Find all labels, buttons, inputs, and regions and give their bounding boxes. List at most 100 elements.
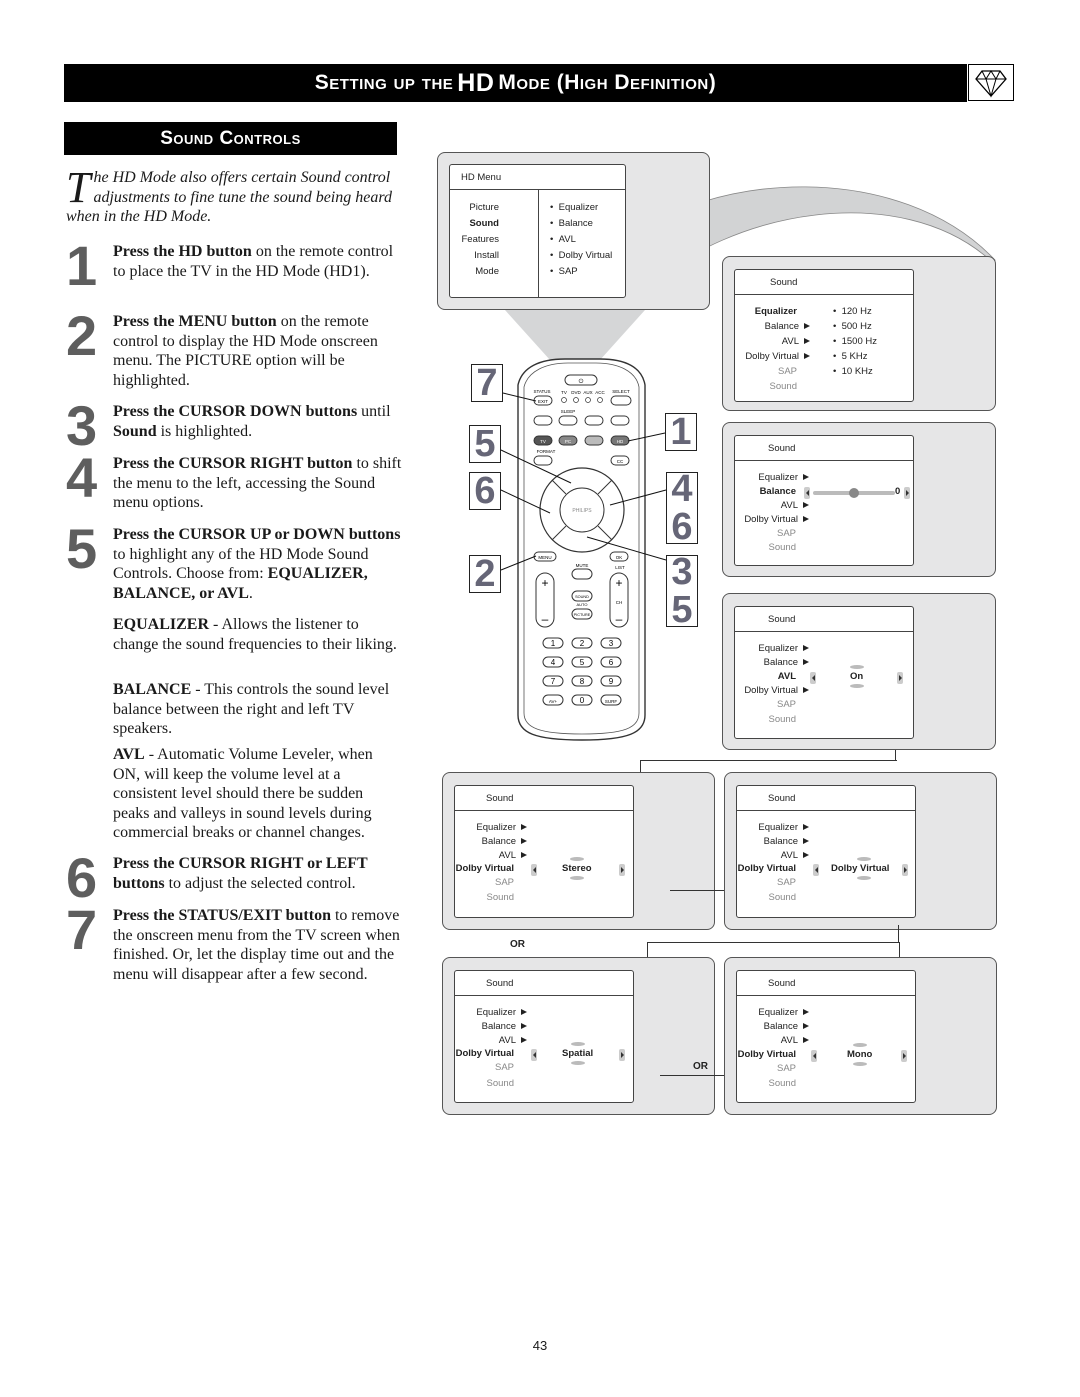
arrow-right-icon[interactable] [619, 1049, 625, 1061]
menu-item-equalizer[interactable]: Equalizer [758, 643, 809, 654]
mode-led [597, 397, 603, 403]
menu-item-dolby-virtual[interactable]: Dolby Virtual [456, 863, 514, 874]
hd-menu-sub-item: • AVL [550, 234, 576, 245]
balance-slider-track[interactable] [813, 488, 895, 498]
button-label: AUX [583, 390, 592, 395]
callout-step-6: 6 [469, 472, 501, 510]
arrow-left-icon[interactable] [531, 864, 537, 876]
menu-item-avl[interactable]: AVL [781, 1035, 809, 1046]
menu-item-sap[interactable]: SAP [495, 1062, 514, 1073]
mute-button[interactable] [571, 568, 593, 580]
sound-menu-title: Sound [735, 436, 913, 461]
arrow-right-icon[interactable] [901, 1050, 907, 1062]
balance-slider-knob[interactable] [849, 488, 859, 498]
menu-item-dolby-virtual[interactable]: Dolby Virtual [745, 351, 810, 362]
arrow-right-icon[interactable] [619, 864, 625, 876]
menu-item-sap[interactable]: SAP [777, 699, 796, 710]
step-1: 1 Press the HD button on the remote cont… [66, 238, 402, 294]
menu-divider [538, 189, 539, 297]
button-label[interactable]: 0 [580, 696, 585, 705]
menu-item-balance[interactable]: Balance [765, 321, 810, 332]
menu-item-sap[interactable]: SAP [777, 877, 796, 888]
step-bold: Press the HD button [113, 243, 252, 260]
pip-button[interactable] [533, 415, 553, 426]
hd-menu-item-install[interactable]: Install [474, 250, 499, 261]
arrow-right-icon[interactable] [902, 864, 908, 876]
arrow-right-icon[interactable] [897, 672, 903, 684]
arrow-left-icon[interactable] [810, 672, 816, 684]
hdmi-source-button[interactable] [584, 435, 604, 446]
menu-item-equalizer[interactable]: Equalizer [758, 472, 809, 483]
format-button[interactable] [533, 455, 553, 466]
desc-term: AVL [113, 746, 145, 763]
button-label[interactable]: SURF [605, 699, 618, 704]
hd-menu-item-sound[interactable]: Sound [469, 218, 499, 229]
digit-label: 3 [609, 639, 614, 648]
menu-item-avl[interactable]: AVL [778, 671, 796, 682]
sound-menu-dolby-virtual-panel: Sound Equalizer Balance AVL Dolby Virtua… [724, 772, 997, 930]
sound-menu-spatial: Sound Equalizer Balance AVL Dolby Virtua… [454, 970, 634, 1103]
menu-item-avl[interactable]: AVL [781, 500, 809, 511]
menu-item-sound[interactable]: Sound [769, 542, 796, 553]
menu-item-balance[interactable]: Balance [764, 1021, 809, 1032]
menu-item-sap[interactable]: SAP [778, 366, 797, 377]
menu-item-dolby-virtual[interactable]: Dolby Virtual [744, 685, 809, 696]
menu-item-sound[interactable]: Sound [487, 892, 514, 903]
menu-item-balance[interactable]: Balance [764, 657, 809, 668]
page-title-part-3: Mode (High Definition) [498, 71, 717, 94]
hd-menu-item-mode[interactable]: Mode [475, 266, 499, 277]
menu-item-dolby-virtual[interactable]: Dolby Virtual [744, 514, 809, 525]
step-7: 7 Press the STATUS/EXIT button to remove… [66, 902, 402, 984]
menu-item-equalizer[interactable]: Equalizer [476, 822, 527, 833]
menu-item-dolby-virtual[interactable]: Dolby Virtual [738, 863, 796, 874]
menu-item-avl[interactable]: AVL [781, 850, 809, 861]
arrow-right-icon[interactable] [904, 487, 910, 499]
menu-item-balance[interactable]: Balance [760, 486, 796, 497]
menu-item-sap[interactable]: SAP [777, 1063, 796, 1074]
eq-band: • 120 Hz [833, 306, 872, 317]
sound-menu-title: Sound [735, 270, 913, 295]
step-bold: Press the CURSOR DOWN buttons [113, 403, 358, 420]
menu-item-avl[interactable]: AVL [499, 1035, 527, 1046]
menu-item-sound[interactable]: Sound [769, 892, 796, 903]
select-button[interactable] [610, 395, 632, 406]
menu-item-avl[interactable]: AVL [499, 850, 527, 861]
digit-label: 4 [551, 658, 556, 667]
menu-item-equalizer[interactable]: Equalizer [758, 1007, 809, 1018]
button-label: AUTO [576, 602, 587, 607]
arrow-left-icon[interactable] [531, 1049, 537, 1061]
hd-menu-item-picture[interactable]: Picture [469, 202, 499, 213]
arrow-left-icon[interactable] [804, 487, 810, 499]
arrow-up-icon [850, 665, 864, 669]
menu-item-sound[interactable]: Sound [770, 381, 797, 392]
sound-menu-mono: Sound Equalizer Balance AVL Dolby Virtua… [736, 970, 916, 1103]
menu-item-dolby-virtual[interactable]: Dolby Virtual [738, 1049, 796, 1060]
menu-item-sound[interactable]: Sound [769, 1078, 796, 1089]
menu-item-sound[interactable]: Sound [487, 1078, 514, 1089]
menu-item-balance[interactable]: Balance [482, 836, 527, 847]
button-label: ACC [595, 390, 605, 395]
menu-item-equalizer[interactable]: Equalizer [755, 306, 797, 317]
balance-value: 0 [895, 486, 901, 497]
hd-menu-item-features[interactable]: Features [462, 234, 500, 245]
menu-item-balance[interactable]: Balance [764, 836, 809, 847]
sleep-button[interactable] [558, 415, 578, 426]
menu-item-equalizer[interactable]: Equalizer [758, 822, 809, 833]
equalizer-description: EQUALIZER - Allows the listener to chang… [113, 615, 403, 654]
page-number: 43 [532, 1338, 548, 1353]
button-label: EXIT [538, 399, 548, 404]
menu-item-balance[interactable]: Balance [482, 1021, 527, 1032]
menu-item-equalizer[interactable]: Equalizer [476, 1007, 527, 1018]
menu-item-avl[interactable]: AVL [782, 336, 810, 347]
button-label[interactable]: AV+ [549, 699, 558, 704]
arrow-left-icon[interactable] [813, 864, 819, 876]
swap-button[interactable] [610, 415, 630, 426]
freeze-button[interactable] [584, 415, 604, 426]
arrow-right-icon [521, 838, 527, 845]
menu-item-sap[interactable]: SAP [495, 877, 514, 888]
section-title: Sound Controls [64, 122, 397, 155]
menu-item-sound[interactable]: Sound [769, 714, 796, 725]
menu-item-dolby-virtual[interactable]: Dolby Virtual [456, 1048, 514, 1059]
arrow-left-icon[interactable] [811, 1050, 817, 1062]
menu-item-sap[interactable]: SAP [777, 528, 796, 539]
